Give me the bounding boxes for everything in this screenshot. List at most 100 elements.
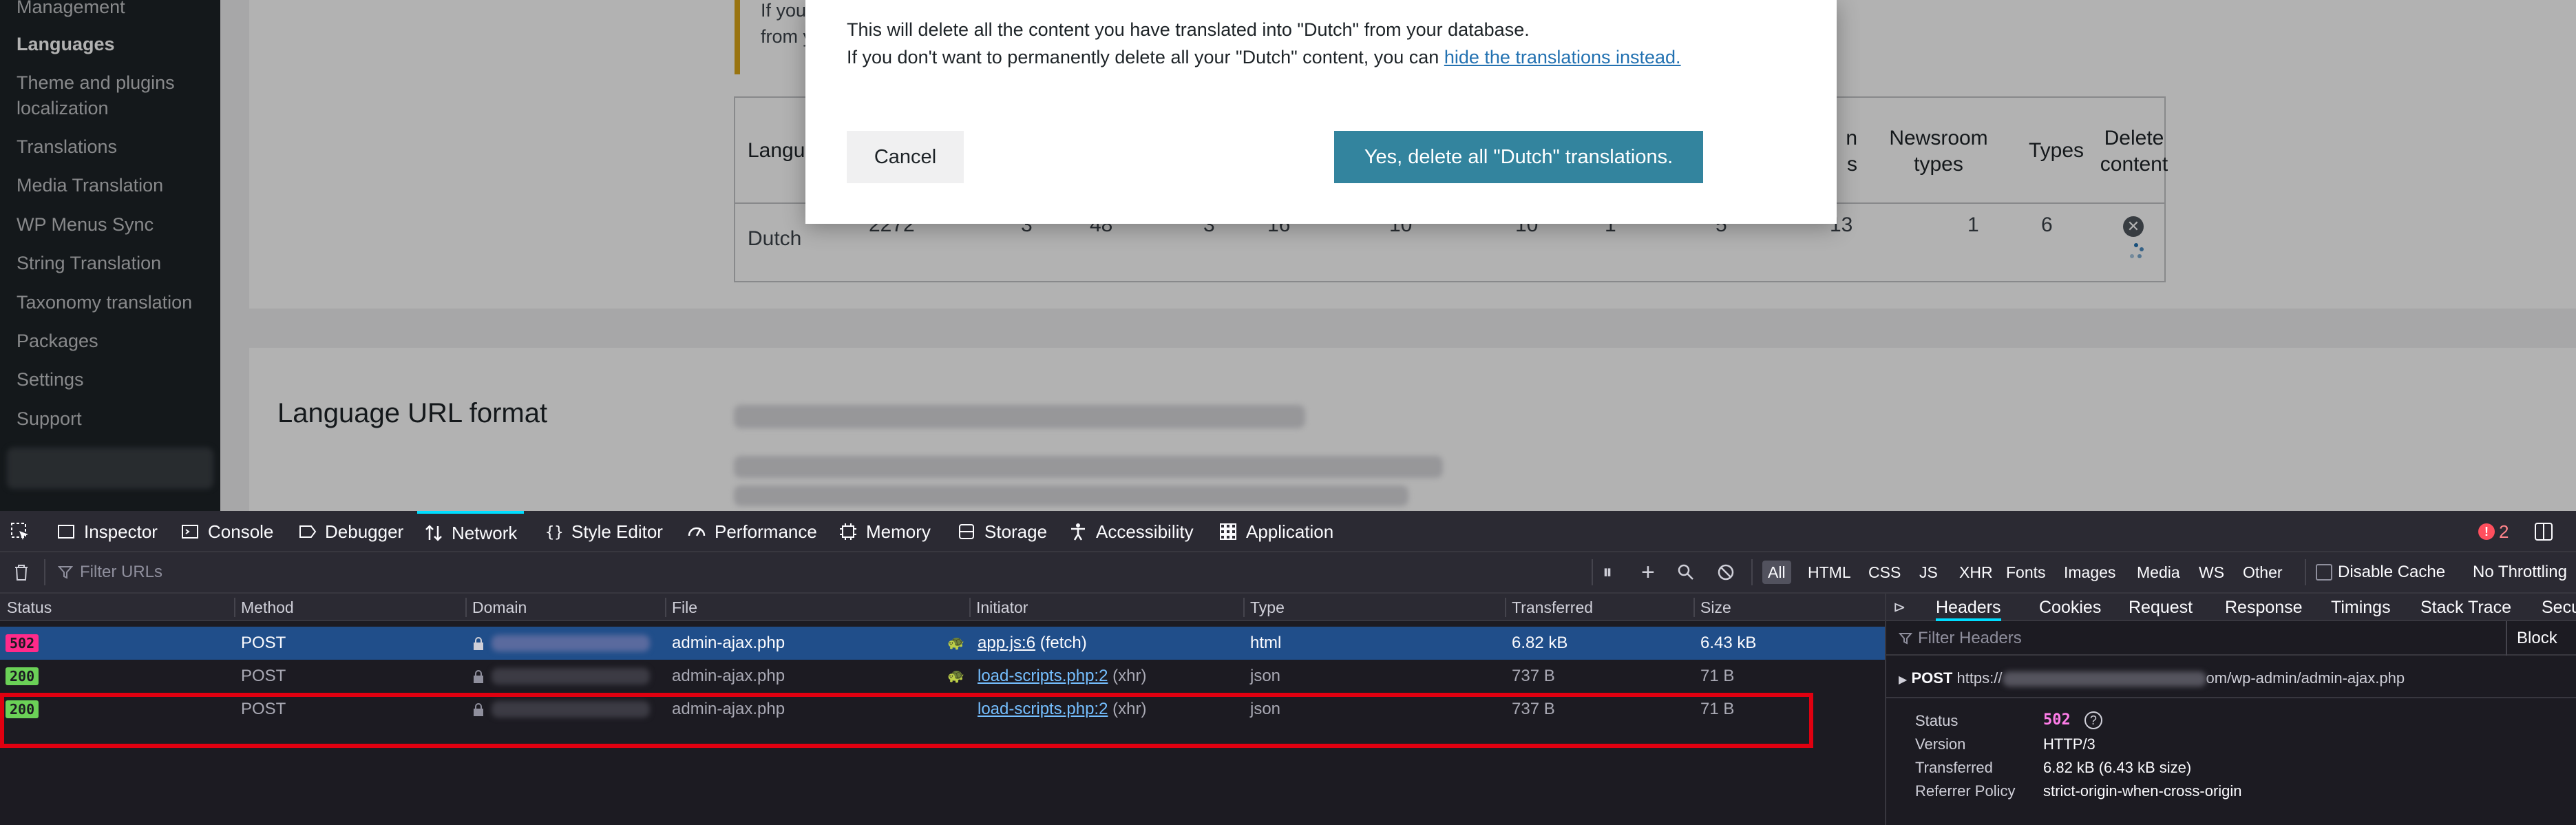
column-separator[interactable] [969,598,971,617]
block-button[interactable]: Block [2517,621,2557,656]
tab-memory[interactable]: Memory [838,511,931,552]
tab-label: Memory [866,521,931,542]
tab-cookies[interactable]: Cookies [2039,594,2101,621]
type-filter-images[interactable]: Images [2058,561,2121,584]
tab-inspector[interactable]: Inspector [56,511,158,552]
column-separator[interactable] [465,598,467,617]
wordpress-admin-page: Management Languages Theme and plugins l… [0,0,2576,511]
throttling-select[interactable]: No Throttling [2473,552,2567,592]
filter-headers-field[interactable]: Filter Headers [1899,621,2022,656]
toolbar-divider [2305,559,2306,585]
add-icon[interactable]: + [1641,552,1655,592]
cancel-button[interactable]: Cancel [847,131,964,183]
type-filter-css[interactable]: CSS [1863,561,1906,584]
tab-label: Network [452,522,518,543]
tab-headers[interactable]: Headers [1936,594,2001,621]
col-header-initiator[interactable]: Initiator [976,594,1028,621]
status-label: Status [1915,712,1959,729]
column-separator[interactable] [234,598,235,617]
initiator-link[interactable]: load-scripts.php:2 [978,667,1108,685]
dock-toggle-button[interactable] [2533,511,2554,552]
summary-url-start: https:// [1956,669,2003,687]
lock-icon [472,627,485,660]
tab-storage[interactable]: Storage [957,511,1047,552]
confirm-delete-button[interactable]: Yes, delete all "Dutch" translations. [1334,131,1703,183]
request-row[interactable]: 200 POST admin-ajax.php 🐢 load-scripts.p… [0,660,1885,693]
type-filter-media[interactable]: Media [2131,561,2186,584]
col-header-transferred[interactable]: Transferred [1512,594,1593,621]
request-row[interactable]: 502 POST admin-ajax.php 🐢 app.js:6 (fetc… [0,627,1885,660]
initiator-kind: (fetch) [1039,634,1087,652]
type-filter-html[interactable]: HTML [1802,561,1857,584]
request-summary[interactable]: ▶ POST https:// om/wp-admin/admin-ajax.ph… [1899,669,2405,687]
type-filter-js[interactable]: JS [1914,561,1943,584]
tab-accessibility[interactable]: Accessibility [1068,511,1194,552]
performance-icon [687,522,706,541]
disable-cache-checkbox[interactable]: Disable Cache [2316,552,2445,592]
version-label: Version [1915,735,1966,753]
search-icon[interactable] [1677,552,1695,592]
clear-requests-button[interactable] [12,552,30,592]
toolbar-divider [1751,559,1753,585]
tab-label: Debugger [325,521,404,542]
tab-stack-trace[interactable]: Stack Trace [2420,594,2511,621]
lock-icon [472,660,485,693]
col-header-type[interactable]: Type [1250,594,1285,621]
col-header-status[interactable]: Status [7,594,52,621]
details-tab-bar: ⊳ Headers Cookies Request Response Timin… [1886,594,2576,621]
col-header-domain[interactable]: Domain [472,594,527,621]
tab-timings[interactable]: Timings [2331,594,2391,621]
type-filter-fonts[interactable]: Fonts [2000,561,2051,584]
delete-confirm-dialog: This will delete all the content you hav… [805,0,1837,224]
type-filter-ws[interactable]: WS [2193,561,2230,584]
error-count-badge[interactable]: ! 2 [2478,511,2509,552]
type-filter-xhr[interactable]: XHR [1954,561,1998,584]
element-picker-button[interactable] [10,511,30,552]
debugger-icon [297,522,317,541]
status-value: 502 ? [2043,711,2102,729]
pause-icon[interactable]: ⏸ [1603,552,1612,592]
accessibility-icon [1068,522,1088,541]
summary-url-end: om/wp-admin/admin-ajax.php [2206,669,2405,687]
initiator-link[interactable]: app.js:6 [978,634,1035,652]
tab-response[interactable]: Response [2225,594,2303,621]
initiator-link[interactable]: load-scripts.php:2 [978,700,1108,718]
tab-console[interactable]: Console [180,511,273,552]
request-initiator: app.js:6 (fetch) [978,627,1087,660]
tab-style-editor[interactable]: {} Style Editor [544,511,663,552]
column-separator[interactable] [1693,598,1695,617]
help-icon[interactable]: ? [2084,711,2102,729]
tab-request[interactable]: Request [2129,594,2193,621]
col-header-size[interactable]: Size [1700,594,1731,621]
network-toolbar: Filter URLs ⏸ + All HTML CSS JS XHR Font… [0,552,2576,594]
request-details-panel: ⊳ Headers Cookies Request Response Timin… [1885,594,2576,825]
tab-label: Style Editor [571,521,663,542]
tab-network[interactable]: Network [417,511,525,552]
block-icon[interactable] [1717,552,1735,592]
column-separator[interactable] [1243,598,1245,617]
filter-urls-input[interactable]: Filter URLs [58,552,162,592]
console-icon [180,522,200,541]
col-header-method[interactable]: Method [241,594,294,621]
column-separator[interactable] [665,598,666,617]
tab-security[interactable]: Secu [2542,594,2576,621]
column-separator[interactable] [1505,598,1506,617]
filter-headers-input[interactable]: Filter Headers Block [1886,621,2576,656]
request-initiator: load-scripts.php:2 (xhr) [978,693,1146,726]
transferred-value: 6.82 kB (6.43 kB size) [2043,759,2192,776]
toggle-panel-icon[interactable]: ⊳ [1893,594,1905,621]
type-filter-other[interactable]: Other [2237,561,2288,584]
type-filter-all[interactable]: All [1762,561,1791,584]
request-table-header: Status Method Domain File Initiator Type… [0,594,1885,621]
network-icon [424,523,443,543]
tab-performance[interactable]: Performance [687,511,817,552]
hide-translations-link[interactable]: hide the translations instead. [1444,47,1681,67]
col-header-file[interactable]: File [672,594,697,621]
tab-application[interactable]: Application [1218,511,1333,552]
status-badge: 200 [6,667,39,685]
request-row[interactable]: 200 POST admin-ajax.php load-scripts.php… [0,693,1885,726]
request-file: admin-ajax.php [672,667,785,685]
filter-headers-placeholder: Filter Headers [1918,629,2022,647]
request-method: POST [241,634,286,652]
tab-debugger[interactable]: Debugger [297,511,403,552]
